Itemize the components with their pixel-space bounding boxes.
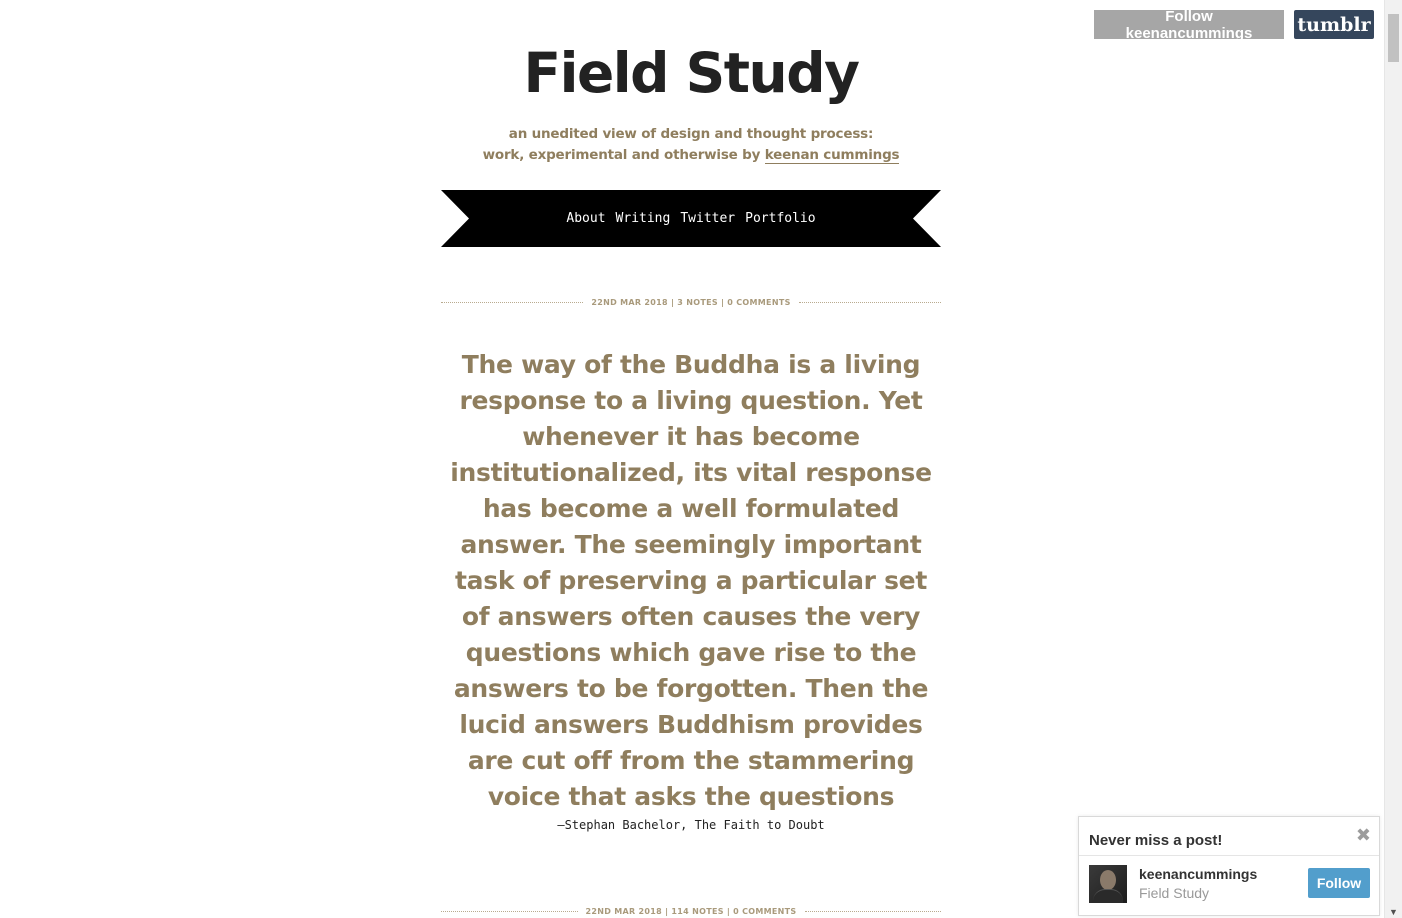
meta-divider <box>804 910 941 912</box>
scrollbar-thumb[interactable] <box>1388 14 1399 62</box>
popup-username[interactable]: keenancummings <box>1139 866 1257 882</box>
meta-divider <box>798 301 942 303</box>
nav-about[interactable]: About <box>566 211 605 226</box>
avatar[interactable] <box>1089 865 1127 903</box>
close-icon[interactable]: ✖ <box>1356 825 1371 845</box>
tumblr-logo-button[interactable]: tumblr <box>1294 10 1374 39</box>
author-link[interactable]: keenan cummings <box>764 147 900 164</box>
scroll-down-arrow-icon[interactable]: ▼ <box>1389 907 1398 917</box>
nav-twitter[interactable]: Twitter <box>680 211 735 226</box>
popup-title: Never miss a post! <box>1089 832 1223 849</box>
post-meta-text[interactable]: 22ND MAR 2018 | 114 NOTES | 0 COMMENTS <box>578 907 805 916</box>
quote-attribution: —Stephan Bachelor, The Faith to Doubt <box>557 818 825 832</box>
post-meta-text[interactable]: 22ND MAR 2018 | 3 NOTES | 0 COMMENTS <box>583 298 798 307</box>
meta-divider <box>441 910 578 912</box>
post-meta: 22ND MAR 2018 | 114 NOTES | 0 COMMENTS <box>441 905 941 917</box>
description-prefix: work, experimental and otherwise by <box>482 147 765 163</box>
nav-writing[interactable]: Writing <box>616 211 671 226</box>
description-line-2: work, experimental and otherwise by keen… <box>441 145 941 166</box>
nav-banner: About Writing Twitter Portfolio <box>441 190 941 247</box>
post-meta: 22ND MAR 2018 | 3 NOTES | 0 COMMENTS <box>441 296 942 308</box>
meta-divider <box>441 301 584 303</box>
blog-title[interactable]: Field Study <box>441 38 941 108</box>
scrollbar[interactable]: ▼ <box>1384 0 1402 918</box>
follow-blog-button[interactable]: Follow keenancummings <box>1094 8 1284 42</box>
popup-blog-name: Field Study <box>1139 885 1210 901</box>
popup-follow-button[interactable]: Follow <box>1308 868 1370 898</box>
quote-text: The way of the Buddha is a living respon… <box>450 350 932 811</box>
popup-divider <box>1079 855 1379 856</box>
nav-portfolio[interactable]: Portfolio <box>745 211 815 226</box>
follow-popup: Never miss a post! ✖ keenancummings Fiel… <box>1078 816 1380 916</box>
blog-description: an unedited view of design and thought p… <box>441 124 941 166</box>
description-line-1: an unedited view of design and thought p… <box>508 126 874 142</box>
